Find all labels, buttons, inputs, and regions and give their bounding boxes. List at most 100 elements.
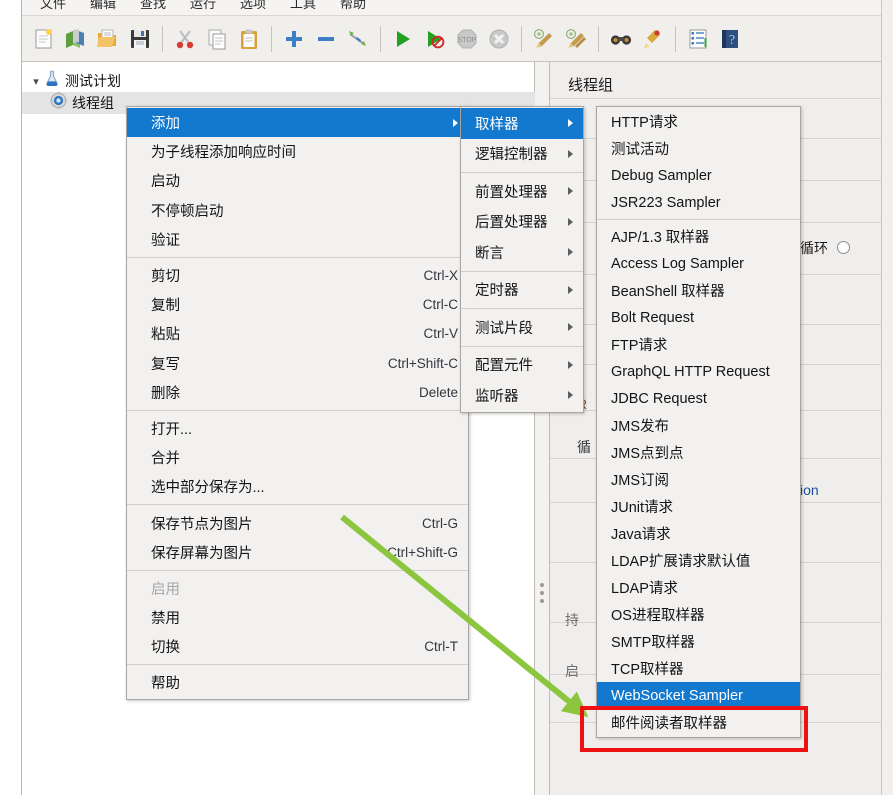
chevron-down-icon[interactable]: ▾ <box>28 75 44 88</box>
paste-icon[interactable] <box>234 24 264 54</box>
menu-item-label: 测试活动 <box>611 142 669 158</box>
save-icon[interactable] <box>125 24 155 54</box>
menu-item-添加[interactable]: 添加 <box>127 108 468 138</box>
menu-item-jms发布[interactable]: JMS发布 <box>597 412 800 439</box>
splitter-dots-icon <box>540 583 545 607</box>
menu-item-打开[interactable]: 打开... <box>127 414 468 443</box>
search-icon[interactable] <box>606 24 636 54</box>
stop-icon[interactable]: STOP <box>452 24 482 54</box>
expand-all-icon[interactable] <box>279 24 309 54</box>
menu-item-剪切[interactable]: 剪切 Ctrl-X <box>127 261 468 290</box>
menu-item-前置处理器[interactable]: 前置处理器 <box>461 176 583 207</box>
menu-item-label: LDAP请求 <box>611 581 678 597</box>
toolbar-separator <box>271 25 272 52</box>
cut-icon[interactable] <box>170 24 200 54</box>
menu-item-删除[interactable]: 删除 Delete <box>127 378 468 407</box>
menu-item-帮助[interactable]: 帮助 <box>127 668 468 697</box>
toggle-icon[interactable] <box>343 24 373 54</box>
menu-item-jms点到点[interactable]: JMS点到点 <box>597 439 800 466</box>
menu-item-smtp取样器[interactable]: SMTP取样器 <box>597 628 800 655</box>
reset-search-icon[interactable] <box>638 24 668 54</box>
menu-item-启动[interactable]: 启动 <box>127 166 468 195</box>
menu-item-ldap扩展请求默认值[interactable]: LDAP扩展请求默认值 <box>597 547 800 574</box>
menu-item-禁用[interactable]: 禁用 <box>127 603 468 632</box>
toolbar[interactable]: STOP ? <box>22 15 881 62</box>
menubar-item-5[interactable]: 工具 <box>290 0 316 12</box>
menu-item-监听器[interactable]: 监听器 <box>461 380 583 411</box>
menu-item-复制[interactable]: 复制 Ctrl-C <box>127 290 468 319</box>
menu-item-jsr223-sampler[interactable]: JSR223 Sampler <box>597 189 800 216</box>
copy-icon[interactable] <box>202 24 232 54</box>
menu-item-切换[interactable]: 切换 Ctrl-T <box>127 632 468 661</box>
help-icon[interactable]: ? <box>715 24 745 54</box>
menu-item-粘贴[interactable]: 粘贴 Ctrl-V <box>127 319 468 348</box>
new-icon[interactable] <box>29 24 59 54</box>
menubar-item-2[interactable]: 查找 <box>140 0 166 12</box>
context-menu-node[interactable]: 添加 为子线程添加响应时间 启动 不停顿启动 验证剪切 Ctrl-X 复制 Ctrl-C 粘贴 C… <box>126 106 469 700</box>
menu-item-测试活动[interactable]: 测试活动 <box>597 135 800 162</box>
clear-icon[interactable] <box>529 24 559 54</box>
menu-item-ajp-1-3-取样器[interactable]: AJP/1.3 取样器 <box>597 223 800 250</box>
menu-item-测试片段[interactable]: 测试片段 <box>461 312 583 343</box>
menubar-item-6[interactable]: 帮助 <box>340 0 366 12</box>
menu-item-定时器[interactable]: 定时器 <box>461 275 583 306</box>
menu-item-http请求[interactable]: HTTP请求 <box>597 108 800 135</box>
menu-item-shortcut: Ctrl-G <box>422 515 458 531</box>
tree-node-test-plan[interactable]: ▾ 测试计划 <box>28 70 121 92</box>
chevron-right-icon <box>568 149 573 158</box>
menu-item-label: 选中部分保存为... <box>151 480 265 497</box>
menu-separator <box>461 308 583 309</box>
toolbar-separator <box>675 25 676 52</box>
menu-item-验证[interactable]: 验证 <box>127 225 468 254</box>
menu-item-tcp取样器[interactable]: TCP取样器 <box>597 655 800 682</box>
panel-fragment-loop-label: 循环 <box>800 240 828 256</box>
open-icon[interactable] <box>93 24 123 54</box>
menu-item-逻辑控制器[interactable]: 逻辑控制器 <box>461 139 583 170</box>
menu-bar[interactable]: 文件 编辑 查找 运行 选项 工具 帮助 <box>22 0 881 15</box>
clear-all-icon[interactable] <box>561 24 591 54</box>
menu-item-启用[interactable]: 启用 <box>127 574 468 603</box>
menu-item-os进程取样器[interactable]: OS进程取样器 <box>597 601 800 628</box>
menu-item-取样器[interactable]: 取样器 <box>461 108 583 139</box>
start-icon[interactable] <box>388 24 418 54</box>
menu-item-access-log-sampler[interactable]: Access Log Sampler <box>597 250 800 277</box>
menu-item-复写[interactable]: 复写 Ctrl+Shift-C <box>127 349 468 378</box>
menu-item-jms订阅[interactable]: JMS订阅 <box>597 466 800 493</box>
submenu-add-categories[interactable]: 取样器 逻辑控制器前置处理器 后置处理器 断言定时器测试片段配置元件监听器 <box>460 106 584 413</box>
menu-item-不停顿启动[interactable]: 不停顿启动 <box>127 196 468 225</box>
menu-item-debug-sampler[interactable]: Debug Sampler <box>597 162 800 189</box>
menubar-item-0[interactable]: 文件 <box>40 0 66 12</box>
menu-item-label: 配置元件 <box>475 358 533 375</box>
panel-fragment-chi: 持 <box>565 612 579 628</box>
menubar-item-4[interactable]: 选项 <box>240 0 266 12</box>
menu-item-保存节点为图片[interactable]: 保存节点为图片 Ctrl-G <box>127 508 468 537</box>
panel-title: 线程组 <box>568 77 614 94</box>
menu-item-ftp请求[interactable]: FTP请求 <box>597 331 800 358</box>
menu-item-websocket-sampler[interactable]: WebSocket Sampler <box>597 682 800 709</box>
shutdown-icon[interactable] <box>484 24 514 54</box>
menu-item-选中部分保存为[interactable]: 选中部分保存为... <box>127 472 468 501</box>
menu-item-合并[interactable]: 合并 <box>127 443 468 472</box>
menu-item-label: 监听器 <box>475 388 519 405</box>
menu-item-后置处理器[interactable]: 后置处理器 <box>461 207 583 238</box>
collapse-all-icon[interactable] <box>311 24 341 54</box>
menu-item-为子线程添加响应时间[interactable]: 为子线程添加响应时间 <box>127 137 468 166</box>
submenu-samplers[interactable]: HTTP请求测试活动 Debug Sampler JSR223 Sampler AJP… <box>596 106 801 738</box>
menu-item-ldap请求[interactable]: LDAP请求 <box>597 574 800 601</box>
chevron-right-icon <box>568 187 573 196</box>
templates-icon[interactable] <box>61 24 91 54</box>
start-no-pause-icon[interactable] <box>420 24 450 54</box>
menubar-item-3[interactable]: 运行 <box>190 0 216 12</box>
menu-item-bolt-request[interactable]: Bolt Request <box>597 304 800 331</box>
menu-item-断言[interactable]: 断言 <box>461 237 583 268</box>
menu-item-配置元件[interactable]: 配置元件 <box>461 350 583 381</box>
menu-item-java请求[interactable]: Java请求 <box>597 520 800 547</box>
menubar-item-1[interactable]: 编辑 <box>90 0 116 12</box>
function-helper-icon[interactable] <box>683 24 713 54</box>
menu-item-junit请求[interactable]: JUnit请求 <box>597 493 800 520</box>
menu-item-beanshell-取样器[interactable]: BeanShell 取样器 <box>597 277 800 304</box>
menu-item-保存屏幕为图片[interactable]: 保存屏幕为图片 Ctrl+Shift-G <box>127 538 468 567</box>
loop-forever-radio[interactable] <box>837 241 850 254</box>
menu-item-jdbc-request[interactable]: JDBC Request <box>597 385 800 412</box>
menu-item-graphql-http-request[interactable]: GraphQL HTTP Request <box>597 358 800 385</box>
